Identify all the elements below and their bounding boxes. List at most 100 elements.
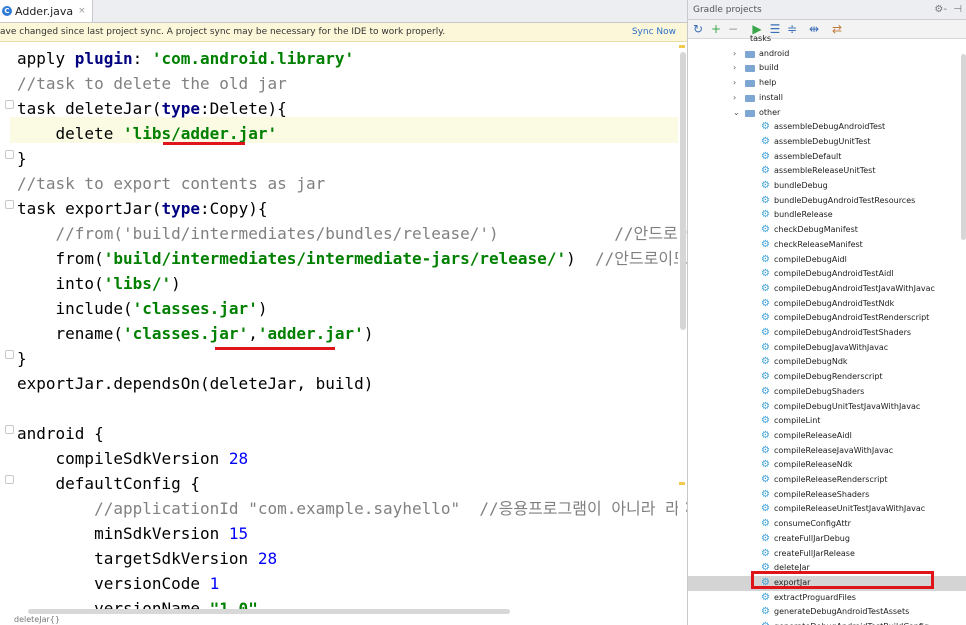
- code-line[interactable]: versionCode 1: [17, 571, 219, 596]
- code-line[interactable]: from('build/intermediates/intermediate-j…: [17, 246, 687, 271]
- sync-now-link[interactable]: Sync Now: [632, 23, 676, 41]
- tree-task-compileReleaseShaders[interactable]: ⚙ compileReleaseShaders: [688, 488, 966, 503]
- tree-task-checkReleaseManifest[interactable]: ⚙ checkReleaseManifest: [688, 238, 966, 253]
- warning-marker[interactable]: [679, 45, 685, 48]
- gradle-projects-panel[interactable]: Gradle projects ⚙- ⊣ ↻ + − ▶ ☰ ≑ ⇹ ⇄ tas…: [687, 0, 966, 625]
- code-line[interactable]: targetSdkVersion 28: [17, 546, 277, 571]
- tree-task-bundleRelease[interactable]: ⚙ bundleRelease: [688, 208, 966, 223]
- tree-task-compileReleaseAidl[interactable]: ⚙ compileReleaseAidl: [688, 429, 966, 444]
- code-line[interactable]: rename('classes.jar','adder.jar'): [17, 321, 374, 346]
- scroll-thumb[interactable]: [28, 609, 510, 614]
- tree-folder-install[interactable]: › install: [688, 91, 966, 106]
- tree-task-generateDebugAndroidTestBuildConfig[interactable]: ⚙generateDebugAndroidTestBuildConfig: [688, 620, 966, 625]
- tree-task-assembleDebugAndroidTest[interactable]: ⚙ assembleDebugAndroidTest: [688, 120, 966, 135]
- panel-vertical-scrollbar[interactable]: [960, 40, 966, 625]
- tree-task-assembleDefault[interactable]: ⚙ assembleDefault: [688, 150, 966, 165]
- tree-task-compileDebugJavaWithJavac[interactable]: ⚙ compileDebugJavaWithJavac: [688, 341, 966, 356]
- chevron-down-icon[interactable]: ⌄: [733, 106, 740, 121]
- gradle-task-gear-icon: ⚙: [761, 238, 770, 250]
- tree-task-label: bundleDebugAndroidTestResources: [774, 195, 916, 205]
- gradle-task-tree[interactable]: tasks › android › build › help › install ⌄ other ⚙ a…: [688, 34, 966, 625]
- tree-task-generateDebugAndroidTestAssets[interactable]: ⚙ generateDebugAndroidTestAssets: [688, 605, 966, 620]
- code-line[interactable]: //task to export contents as jar: [17, 171, 325, 196]
- tree-task-bundleDebug[interactable]: ⚙ bundleDebug: [688, 179, 966, 194]
- tree-task-compileDebugAndroidTestJavaWithJavac[interactable]: ⚙ compileDebugAndroidTestJavaWithJavac: [688, 282, 966, 297]
- code-token: task exportJar(: [17, 199, 162, 218]
- tab-adder-java[interactable]: C Adder.java ×: [0, 0, 93, 22]
- tree-task-compileReleaseNdk[interactable]: ⚙ compileReleaseNdk: [688, 458, 966, 473]
- code-line[interactable]: }: [17, 146, 27, 171]
- tree-task-compileReleaseJavaWithJavac[interactable]: ⚙ compileReleaseJavaWithJavac: [688, 444, 966, 459]
- code-token: exportJar.dependsOn(deleteJar, build): [17, 374, 374, 393]
- code-token: rename(: [17, 324, 123, 343]
- chevron-right-icon[interactable]: ›: [733, 61, 736, 76]
- tree-task-compileDebugRenderscript[interactable]: ⚙ compileDebugRenderscript: [688, 370, 966, 385]
- gradle-task-gear-icon: ⚙: [761, 606, 770, 618]
- fold-marker-icon[interactable]: [5, 100, 14, 109]
- code-line[interactable]: defaultConfig {: [17, 471, 201, 496]
- tree-task-compileDebugNdk[interactable]: ⚙ compileDebugNdk: [688, 355, 966, 370]
- fold-marker-icon[interactable]: [5, 350, 14, 359]
- fold-marker-icon[interactable]: [5, 150, 14, 159]
- editor-horizontal-scrollbar[interactable]: [0, 607, 510, 615]
- code-line[interactable]: //from('build/intermediates/bundles/rele…: [17, 221, 687, 246]
- tree-task-createFullJarRelease[interactable]: ⚙ createFullJarRelease: [688, 547, 966, 562]
- gear-icon[interactable]: ⚙-: [934, 0, 947, 20]
- tree-task-checkDebugManifest[interactable]: ⚙ checkDebugManifest: [688, 223, 966, 238]
- code-line[interactable]: task exportJar(type:Copy){: [17, 196, 267, 221]
- tree-task-compileDebugAndroidTestNdk[interactable]: ⚙ compileDebugAndroidTestNdk: [688, 297, 966, 312]
- warning-marker[interactable]: [679, 482, 685, 485]
- gradle-task-gear-icon: ⚙: [761, 547, 770, 559]
- tree-folder-build[interactable]: › build: [688, 61, 966, 76]
- tree-task-compileDebugAidl[interactable]: ⚙ compileDebugAidl: [688, 253, 966, 268]
- code-line[interactable]: apply plugin: 'com.android.library': [17, 46, 354, 71]
- tree-task-createFullJarDebug[interactable]: ⚙ createFullJarDebug: [688, 532, 966, 547]
- scroll-thumb[interactable]: [961, 54, 966, 240]
- code-line[interactable]: //applicationId "com.example.sayhello" /…: [17, 496, 687, 521]
- code-line[interactable]: task deleteJar(type:Delete){: [17, 96, 287, 121]
- tree-task-label: compileDebugAndroidTestJavaWithJavac: [774, 283, 935, 293]
- code-line[interactable]: compileSdkVersion 28: [17, 446, 249, 471]
- tree-task-compileDebugUnitTestJavaWithJavac[interactable]: ⚙ compileDebugUnitTestJavaWithJavac: [688, 400, 966, 415]
- code-line[interactable]: //task to delete the old jar: [17, 71, 287, 96]
- close-tab-icon[interactable]: ×: [78, 6, 86, 16]
- chevron-right-icon[interactable]: ›: [733, 76, 736, 91]
- editor-vertical-scrollbar[interactable]: [680, 52, 686, 330]
- code-line[interactable]: android {: [17, 421, 104, 446]
- tree-task-compileReleaseRenderscript[interactable]: ⚙ compileReleaseRenderscript: [688, 473, 966, 488]
- code-editor[interactable]: C Adder.java × ave changed since last pr…: [0, 0, 687, 625]
- code-line[interactable]: include('classes.jar'): [17, 296, 268, 321]
- tree-task-compileReleaseUnitTestJavaWithJavac[interactable]: ⚙ compileReleaseUnitTestJavaWithJavac: [688, 502, 966, 517]
- tree-task-label: compileReleaseNdk: [774, 460, 853, 470]
- tree-task-assembleDebugUnitTest[interactable]: ⚙ assembleDebugUnitTest: [688, 135, 966, 150]
- code-line[interactable]: }: [17, 346, 27, 371]
- tree-row-partial[interactable]: tasks: [688, 32, 966, 47]
- tree-folder-android[interactable]: › android: [688, 47, 966, 62]
- tree-task-bundleDebugAndroidTestResources[interactable]: ⚙ bundleDebugAndroidTestResources: [688, 194, 966, 209]
- tree-task-compileDebugAndroidTestAidl[interactable]: ⚙ compileDebugAndroidTestAidl: [688, 267, 966, 282]
- tree-task-label: assembleDefault: [774, 151, 842, 161]
- tree-task-compileDebugAndroidTestRenderscript[interactable]: ⚙ compileDebugAndroidTestRenderscript: [688, 311, 966, 326]
- tree-task-extractProguardFiles[interactable]: ⚙ extractProguardFiles: [688, 591, 966, 606]
- tree-folder-help[interactable]: › help: [688, 76, 966, 91]
- tree-task-consumeConfigAttr[interactable]: ⚙ consumeConfigAttr: [688, 517, 966, 532]
- code-line[interactable]: exportJar.dependsOn(deleteJar, build): [17, 371, 373, 396]
- gradle-task-gear-icon: ⚙: [761, 297, 770, 309]
- code-line[interactable]: into('libs/'): [17, 271, 181, 296]
- code-line[interactable]: minSdkVersion 15: [17, 521, 248, 546]
- tree-task-compileLint[interactable]: ⚙ compileLint: [688, 414, 966, 429]
- fold-marker-icon[interactable]: [5, 200, 14, 209]
- chevron-right-icon[interactable]: ›: [733, 91, 736, 106]
- fold-marker-icon[interactable]: [5, 475, 14, 484]
- code-token: }: [17, 349, 27, 368]
- code-token: targetSdkVersion: [17, 549, 258, 568]
- tree-task-compileDebugAndroidTestShaders[interactable]: ⚙ compileDebugAndroidTestShaders: [688, 326, 966, 341]
- hide-panel-icon[interactable]: ⊣: [953, 0, 962, 20]
- tree-task-assembleReleaseUnitTest[interactable]: ⚙ assembleReleaseUnitTest: [688, 164, 966, 179]
- code-token: delete: [17, 124, 123, 143]
- chevron-right-icon[interactable]: ›: [733, 47, 736, 62]
- fold-marker-icon[interactable]: [5, 425, 14, 434]
- tree-task-compileDebugShaders[interactable]: ⚙ compileDebugShaders: [688, 385, 966, 400]
- tree-folder-other[interactable]: ⌄ other: [688, 106, 966, 121]
- code-token: //task to delete the old jar: [17, 74, 287, 93]
